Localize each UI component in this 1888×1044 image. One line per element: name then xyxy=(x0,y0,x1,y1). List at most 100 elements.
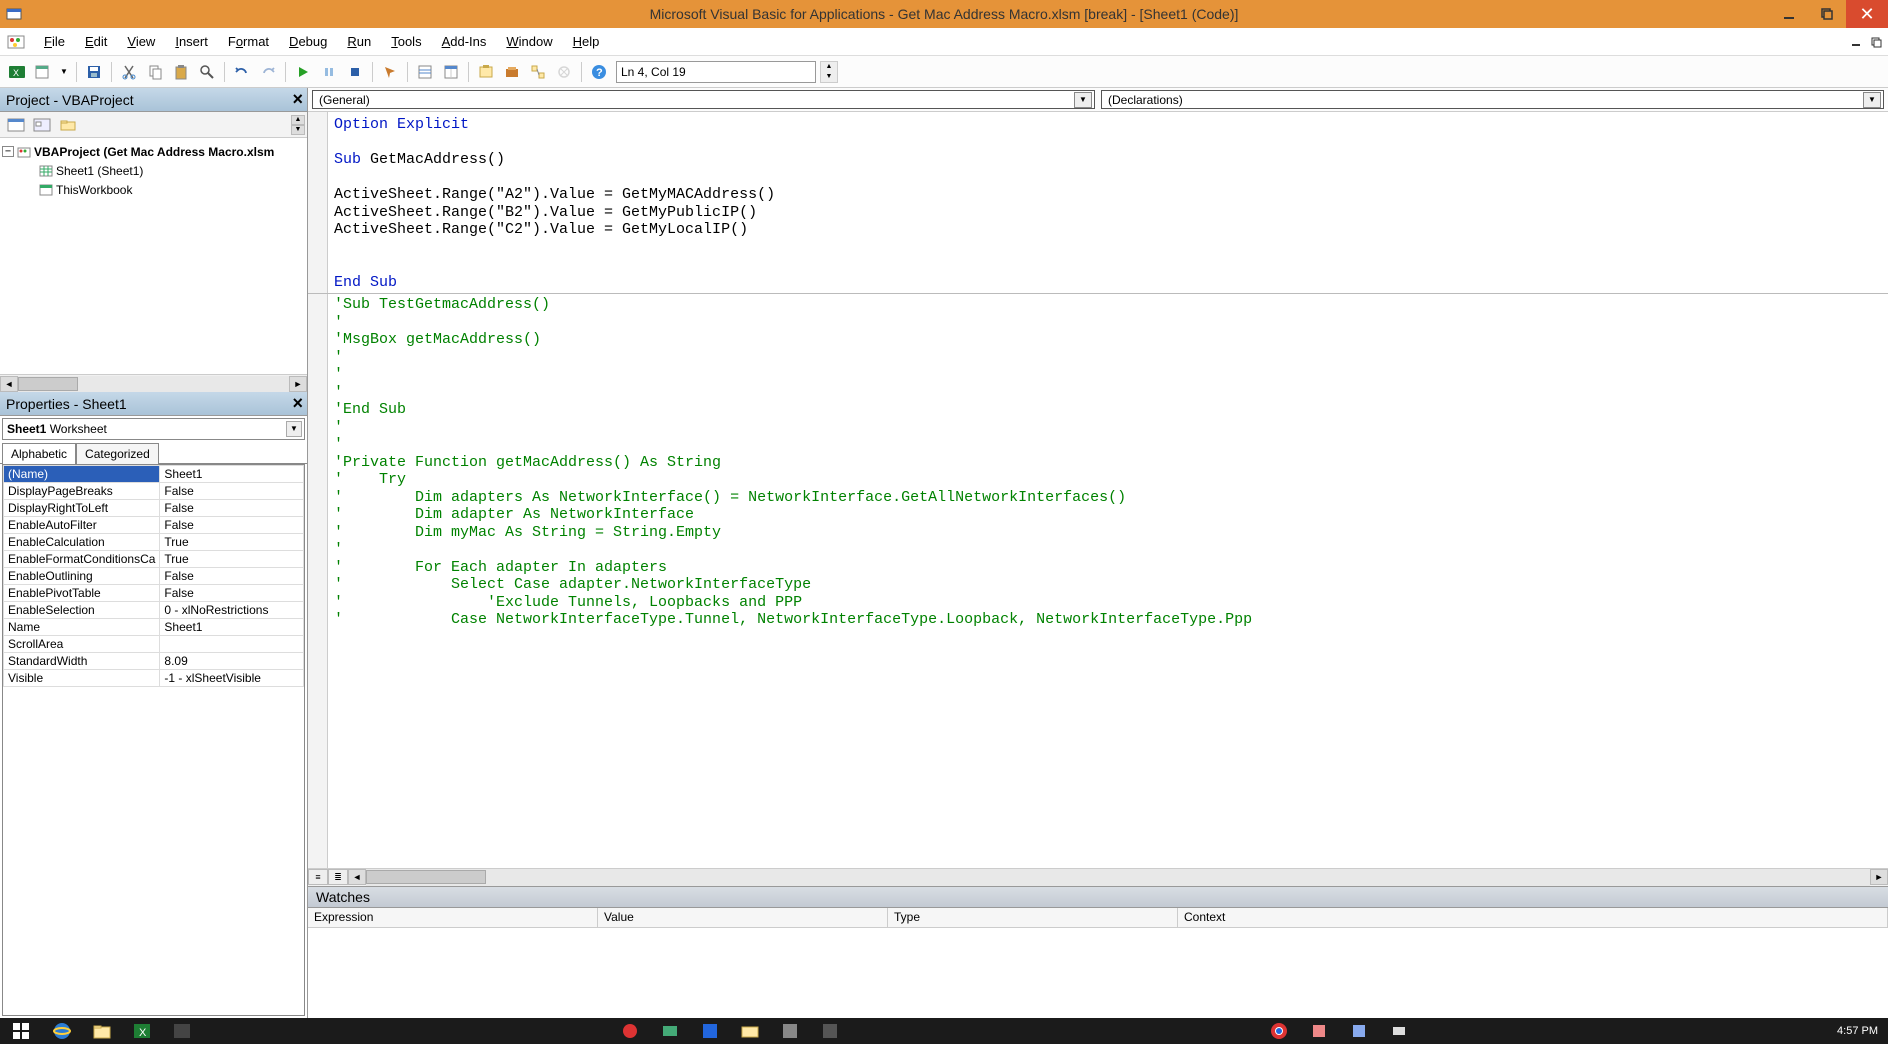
save-button[interactable] xyxy=(83,61,105,83)
property-row[interactable]: StandardWidth8.09 xyxy=(4,653,304,670)
menu-view[interactable]: View xyxy=(119,31,163,52)
watch-col-value[interactable]: Value xyxy=(598,908,888,927)
project-explorer-button[interactable] xyxy=(414,61,436,83)
property-value[interactable]: 0 - xlNoRestrictions xyxy=(160,602,304,619)
property-value[interactable]: False xyxy=(160,500,304,517)
project-scroll-spin[interactable]: ▲▼ xyxy=(291,115,305,135)
view-object-icon[interactable] xyxy=(32,116,52,134)
watch-col-context[interactable]: Context xyxy=(1178,908,1888,927)
combo-arrow-icon[interactable]: ▼ xyxy=(286,421,302,437)
tab-categorized[interactable]: Categorized xyxy=(76,443,159,464)
property-value[interactable] xyxy=(160,636,304,653)
bookmarks-button[interactable] xyxy=(553,61,575,83)
properties-close-button[interactable]: × xyxy=(292,393,303,414)
mdi-restore-button[interactable] xyxy=(1870,36,1884,48)
taskbar-ie-icon[interactable] xyxy=(42,1018,82,1044)
properties-window-button[interactable] xyxy=(440,61,462,83)
tree-item-workbook[interactable]: ThisWorkbook xyxy=(2,180,305,199)
property-value[interactable]: Sheet1 xyxy=(160,466,304,483)
menu-window[interactable]: Window xyxy=(498,31,560,52)
project-h-scrollbar[interactable]: ◄ ► xyxy=(0,374,307,392)
menu-tools[interactable]: Tools xyxy=(383,31,429,52)
tab-alphabetic[interactable]: Alphabetic xyxy=(2,443,76,464)
cut-button[interactable] xyxy=(118,61,140,83)
property-row[interactable]: EnableOutliningFalse xyxy=(4,568,304,585)
break-button[interactable] xyxy=(318,61,340,83)
scroll-right-icon[interactable]: ► xyxy=(289,376,307,392)
scroll-left-icon[interactable]: ◄ xyxy=(0,376,18,392)
properties-grid[interactable]: (Name)Sheet1DisplayPageBreaksFalseDispla… xyxy=(2,464,305,1016)
tree-item-sheet1[interactable]: Sheet1 (Sheet1) xyxy=(2,161,305,180)
taskbar-explorer-icon[interactable] xyxy=(82,1018,122,1044)
watch-col-type[interactable]: Type xyxy=(888,908,1178,927)
maximize-button[interactable] xyxy=(1808,0,1846,28)
collapse-icon[interactable]: − xyxy=(2,146,14,157)
run-button[interactable] xyxy=(292,61,314,83)
full-module-view-button[interactable]: ≣ xyxy=(328,869,348,885)
property-value[interactable]: True xyxy=(160,551,304,568)
start-button[interactable] xyxy=(0,1018,42,1044)
object-browser-button[interactable] xyxy=(475,61,497,83)
scroll-left-icon[interactable]: ◄ xyxy=(348,869,366,885)
mdi-minimize-button[interactable] xyxy=(1850,36,1864,48)
insert-dropdown-icon[interactable]: ▼ xyxy=(58,67,70,76)
property-value[interactable]: -1 - xlSheetVisible xyxy=(160,670,304,687)
property-value[interactable]: False xyxy=(160,568,304,585)
toolbar-spinner[interactable]: ▲▼ xyxy=(820,61,838,83)
property-row[interactable]: DisplayRightToLeftFalse xyxy=(4,500,304,517)
taskbar-app9-icon[interactable] xyxy=(1379,1018,1419,1044)
copy-button[interactable] xyxy=(144,61,166,83)
property-row[interactable]: EnableSelection0 - xlNoRestrictions xyxy=(4,602,304,619)
procedure-view-button[interactable]: ≡ xyxy=(308,869,328,885)
taskbar-app-icon[interactable] xyxy=(162,1018,202,1044)
property-row[interactable]: EnableAutoFilterFalse xyxy=(4,517,304,534)
menu-insert[interactable]: Insert xyxy=(167,31,216,52)
menu-run[interactable]: Run xyxy=(339,31,379,52)
combo-arrow-icon[interactable]: ▼ xyxy=(1863,92,1881,108)
taskbar-app2-icon[interactable] xyxy=(610,1018,650,1044)
property-value[interactable]: 8.09 xyxy=(160,653,304,670)
view-excel-button[interactable]: X xyxy=(6,61,28,83)
menu-debug[interactable]: Debug xyxy=(281,31,335,52)
property-row[interactable]: Visible-1 - xlSheetVisible xyxy=(4,670,304,687)
property-row[interactable]: EnablePivotTableFalse xyxy=(4,585,304,602)
redo-button[interactable] xyxy=(257,61,279,83)
scroll-thumb[interactable] xyxy=(366,870,486,884)
design-mode-button[interactable] xyxy=(379,61,401,83)
project-tree[interactable]: − VBAProject (Get Mac Address Macro.xlsm… xyxy=(0,138,307,374)
scroll-right-icon[interactable]: ► xyxy=(1870,869,1888,885)
minimize-button[interactable] xyxy=(1770,0,1808,28)
menu-edit[interactable]: Edit xyxy=(77,31,115,52)
object-combo[interactable]: (General) ▼ xyxy=(312,90,1095,109)
project-root-row[interactable]: − VBAProject (Get Mac Address Macro.xlsm xyxy=(2,142,305,161)
close-button[interactable]: ✕ xyxy=(1846,0,1888,28)
find-button[interactable] xyxy=(196,61,218,83)
menu-addins[interactable]: Add-Ins xyxy=(434,31,495,52)
taskbar-app5-icon[interactable] xyxy=(770,1018,810,1044)
menu-help[interactable]: Help xyxy=(565,31,608,52)
tab-order-button[interactable] xyxy=(527,61,549,83)
undo-button[interactable] xyxy=(231,61,253,83)
taskbar-app6-icon[interactable] xyxy=(810,1018,850,1044)
toolbox-button[interactable] xyxy=(501,61,523,83)
property-row[interactable]: EnableFormatConditionsCaTrue xyxy=(4,551,304,568)
property-value[interactable]: Sheet1 xyxy=(160,619,304,636)
property-value[interactable]: False xyxy=(160,517,304,534)
toggle-folders-icon[interactable] xyxy=(58,116,78,134)
paste-button[interactable] xyxy=(170,61,192,83)
watches-body[interactable] xyxy=(308,928,1888,1018)
property-row[interactable]: NameSheet1 xyxy=(4,619,304,636)
watch-col-expression[interactable]: Expression xyxy=(308,908,598,927)
code-text[interactable]: Option Explicit Sub GetMacAddress() Acti… xyxy=(334,116,1888,629)
insert-module-button[interactable] xyxy=(32,61,54,83)
view-code-icon[interactable] xyxy=(6,116,26,134)
taskbar-clock[interactable]: 4:57 PM xyxy=(1827,1025,1888,1037)
scroll-thumb[interactable] xyxy=(18,377,78,391)
taskbar-app8-icon[interactable] xyxy=(1339,1018,1379,1044)
taskbar-excel-icon[interactable]: X xyxy=(122,1018,162,1044)
property-value[interactable]: False xyxy=(160,585,304,602)
project-close-button[interactable]: × xyxy=(292,89,303,110)
menu-file[interactable]: File xyxy=(36,31,73,52)
combo-arrow-icon[interactable]: ▼ xyxy=(1074,92,1092,108)
taskbar-folder-icon[interactable] xyxy=(730,1018,770,1044)
